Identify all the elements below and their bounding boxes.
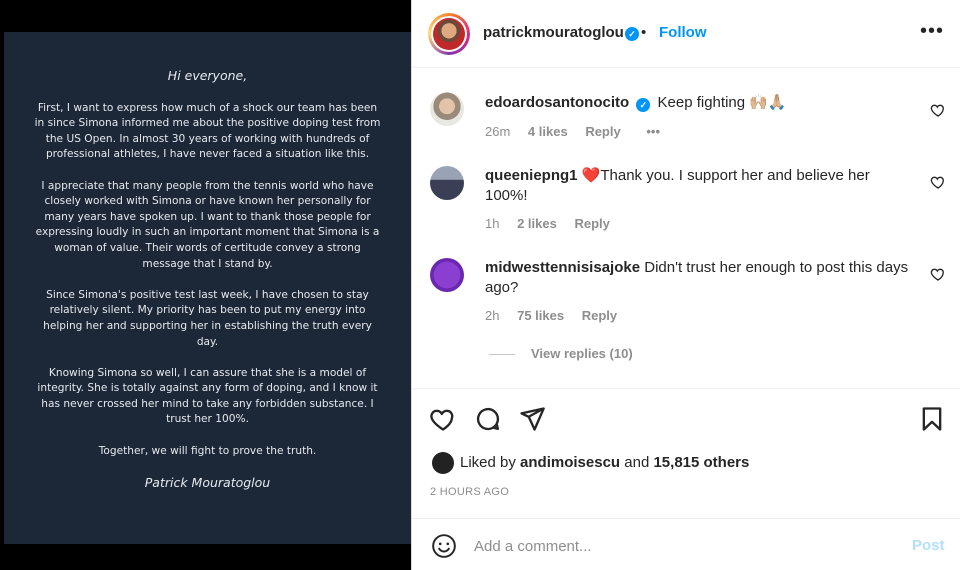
letter-paragraph: Knowing Simona so well, I can assure tha… [37,366,378,426]
verified-badge-icon: ✓ [636,98,651,112]
comment-meta: 2h 75 likes Reply [485,308,631,323]
liker-avatar[interactable] [432,452,454,474]
post-comment-button[interactable]: Post [912,537,945,554]
heart-icon[interactable] [429,405,457,433]
comment-like-heart-icon[interactable] [930,102,946,118]
letter-paragraph: Since Simona's positive test last week, … [43,288,372,348]
post-side-panel: patrickmouratoglou ✓ • Follow ••• edoard… [411,0,960,570]
replies-divider [489,354,515,356]
emoji-icon[interactable] [431,533,457,559]
comment-text: queeniepng1 ❤️Thank you. I support her a… [485,166,915,206]
comment-like-heart-icon[interactable] [930,266,946,282]
comment-likes[interactable]: 75 likes [517,308,564,323]
likes-count[interactable]: 15,815 others [653,454,749,471]
comments-list: edoardosantonocito ✓ Keep fighting 🙌🏼🙏🏼 … [412,68,960,388]
comment-text: midwesttennisisajoke Didn't trust her en… [485,258,915,298]
post-actions: Liked by andimoisescu and 15,815 others … [412,388,960,518]
comment-more-icon[interactable]: ••• [646,124,660,139]
comment-input[interactable] [474,533,894,559]
comment-meta: 26m 4 likes Reply ••• [485,124,674,139]
commenter-username[interactable]: queeniepng1 [485,167,578,184]
view-replies-label: View replies (10) [531,346,633,361]
reply-button[interactable]: Reply [574,216,609,231]
liked-by-text: Liked by andimoisescu and 15,815 others [432,452,749,474]
letter-greeting: Hi everyone, [167,68,248,83]
reply-button[interactable]: Reply [585,124,620,139]
author-avatar[interactable] [428,13,470,55]
reply-button[interactable]: Reply [582,308,617,323]
bookmark-icon[interactable] [918,405,946,433]
letter-paragraph: First, I want to express how much of a s… [34,101,381,161]
follow-button[interactable]: Follow [659,24,707,41]
comment-meta: 1h 2 likes Reply [485,216,624,231]
post-image-panel: Hi everyone, First, I want to express ho… [0,0,411,570]
comment-time: 1h [485,216,500,231]
letter-paragraph: I appreciate that many people from the t… [35,179,380,270]
verified-badge-icon: ✓ [625,27,639,41]
separator-dot: • [641,24,647,41]
author-username[interactable]: patrickmouratoglou [483,24,624,41]
letter-signature: Patrick Mouratoglou [144,474,271,490]
post-image: Hi everyone, First, I want to express ho… [4,32,411,544]
commenter-avatar[interactable] [430,166,464,200]
post-timestamp: 2 HOURS AGO [430,486,510,498]
comment-likes[interactable]: 2 likes [517,216,557,231]
more-horizontal-icon[interactable]: ••• [920,20,944,43]
letter-paragraph: Together, we will fight to prove the tru… [98,444,317,457]
comment-icon[interactable] [474,405,502,433]
post-header: patrickmouratoglou ✓ • Follow ••• [412,0,960,68]
comment-time: 2h [485,308,500,323]
comment-text: edoardosantonocito ✓ Keep fighting 🙌🏼🙏🏼 [485,93,915,113]
commenter-username[interactable]: edoardosantonocito [485,94,629,111]
comment-time: 26m [485,124,511,139]
comment-likes[interactable]: 4 likes [528,124,568,139]
commenter-username[interactable]: midwesttennisisajoke [485,259,640,276]
liker-username[interactable]: andimoisescu [520,454,620,471]
add-comment-bar: Post [412,518,960,570]
view-replies-button[interactable]: View replies (10) [489,346,633,361]
comment-body: Keep fighting 🙌🏼🙏🏼 [657,94,787,111]
commenter-avatar[interactable] [430,92,464,126]
commenter-avatar[interactable] [430,258,464,292]
comment-like-heart-icon[interactable] [930,174,946,190]
send-icon[interactable] [518,405,546,433]
